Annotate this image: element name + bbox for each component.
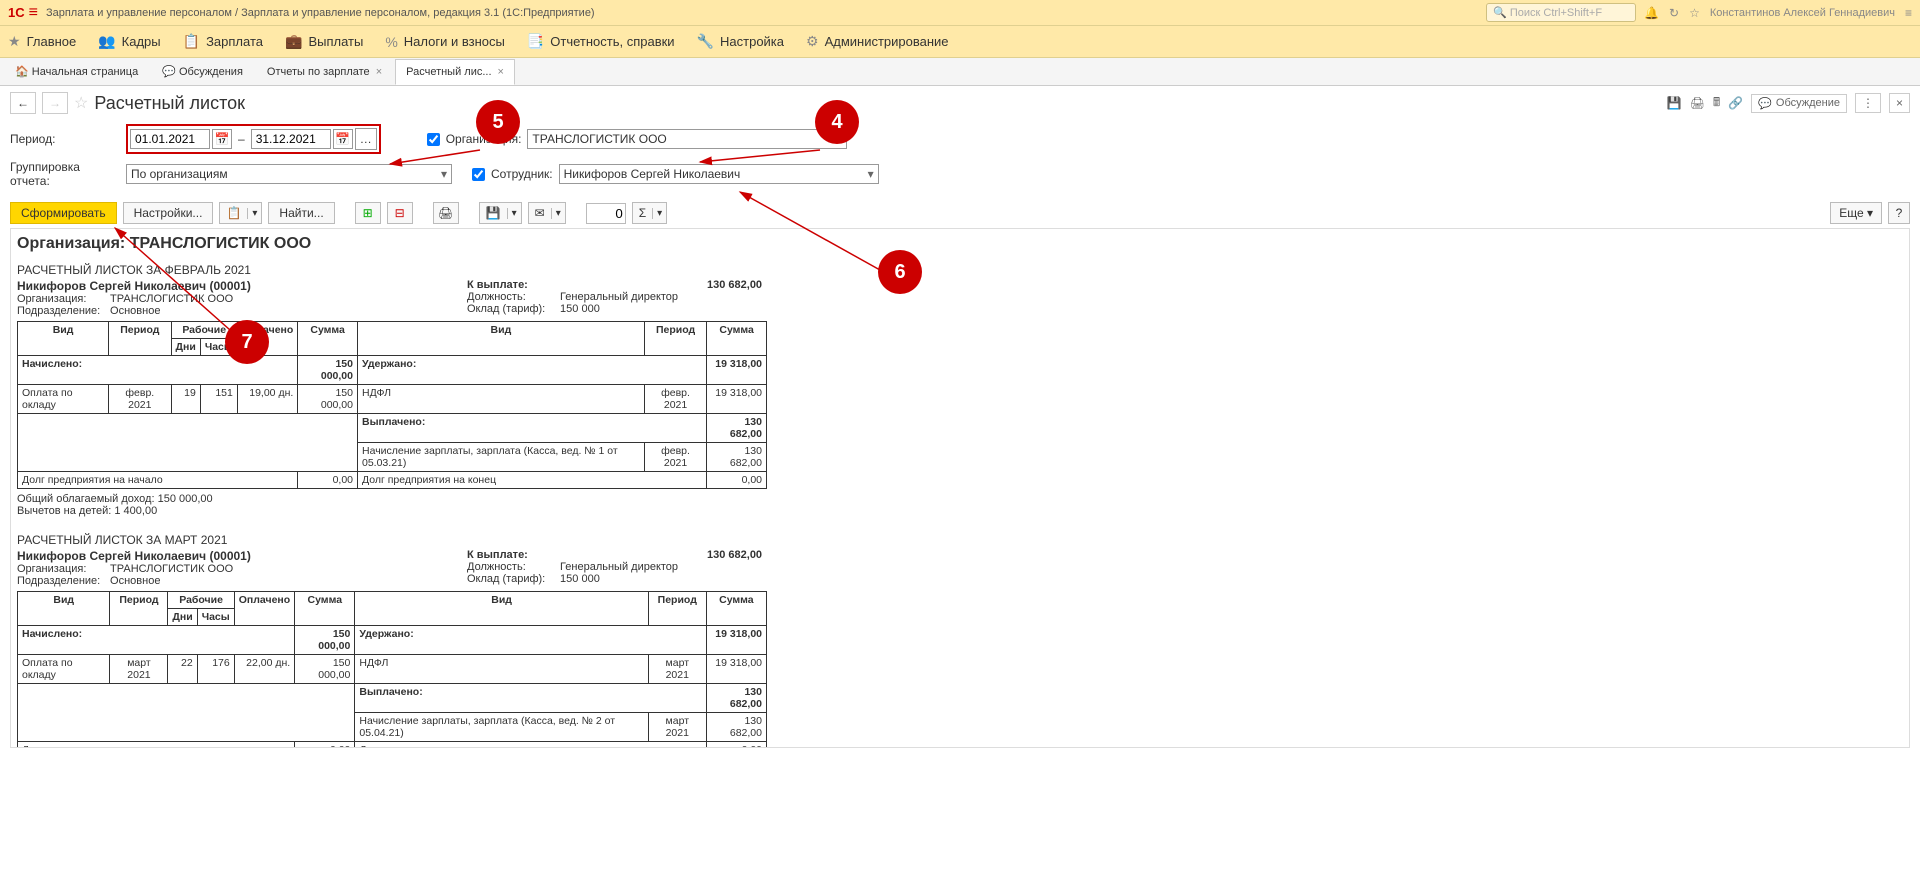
chat-icon: 💬 — [1758, 97, 1772, 110]
star-icon[interactable]: ☆ — [1689, 6, 1700, 20]
print-icon[interactable]: 🖨 — [1690, 96, 1705, 110]
print-icon[interactable]: 🖨 — [433, 202, 459, 224]
menu-equals-icon[interactable]: ≡ — [1905, 6, 1912, 20]
tab-start[interactable]: 🏠 Начальная страница — [4, 59, 149, 85]
close-icon[interactable]: × — [498, 66, 504, 78]
top-icons: 🔔 ↻ ☆ Константинов Алексей Геннадиевич ≡ — [1644, 6, 1912, 20]
settings-button[interactable]: Настройки... — [123, 202, 214, 224]
link-icon[interactable]: 🔗 — [1728, 96, 1743, 110]
zoom-input[interactable] — [586, 203, 626, 224]
chat-icon: 💬 — [162, 65, 176, 78]
diskette-icon: 💾 — [480, 206, 507, 220]
bell-icon[interactable]: 🔔 — [1644, 6, 1659, 20]
menu-otchetnost[interactable]: 📑Отчетность, справки — [527, 33, 675, 50]
more-button[interactable]: Еще ▾ — [1830, 202, 1882, 224]
discuss-button[interactable]: 💬Обсуждение — [1751, 94, 1847, 113]
org-checkbox[interactable] — [427, 133, 440, 146]
page-header: ← → ☆ Расчетный листок 💾 🖨 🖩 🔗 💬Обсужден… — [0, 86, 1920, 120]
payslip-block: РАСЧЕТНЫЙ ЛИСТОК ЗА ФЕВРАЛЬ 2021 Никифоро… — [17, 263, 1903, 517]
generate-button[interactable]: Сформировать — [10, 202, 117, 224]
kebab-menu[interactable]: ⋮ — [1855, 93, 1881, 113]
date-separator: – — [234, 132, 249, 146]
org-header: Организация: ТРАНСЛОГИСТИК ООО — [17, 235, 1903, 253]
copy-icon: 📋 — [220, 206, 247, 220]
report-toolbar: Сформировать Настройки... 📋▾ Найти... ⊞ … — [0, 198, 1920, 228]
calendar-icon: 📋 — [183, 33, 200, 50]
tab-discuss[interactable]: 💬 Обсуждения — [151, 59, 254, 85]
report-area[interactable]: Организация: ТРАНСЛОГИСТИК ООО РАСЧЕТНЫЙ … — [10, 228, 1910, 748]
employee-name: Никифоров Сергей Николаевич (00001) — [17, 279, 467, 293]
menu-vyplaty[interactable]: 💼Выплаты — [285, 33, 363, 50]
grouping-label: Группировка отчета: — [10, 160, 120, 188]
help-button[interactable]: ? — [1888, 202, 1910, 224]
payslip-table: ВидПериодРабочиеОплаченоСуммаВидПериодСу… — [17, 321, 767, 489]
period-picker-button[interactable]: … — [355, 128, 377, 150]
app-title: Зарплата и управление персоналом / Зарпл… — [46, 7, 1486, 19]
period-box: 📅 – 📅 … — [126, 124, 381, 154]
grouping-select[interactable]: По организациям — [126, 164, 452, 184]
calendar-icon[interactable]: 📅 — [333, 129, 353, 149]
topbar: 1C ≡ Зарплата и управление персоналом / … — [0, 0, 1920, 26]
nav-back[interactable]: ← — [10, 92, 36, 114]
star-menu-icon: ★ — [8, 33, 21, 50]
wallet-icon: 💼 — [285, 33, 302, 50]
payslip-title: РАСЧЕТНЫЙ ЛИСТОК ЗА ФЕВРАЛЬ 2021 — [17, 263, 1903, 277]
menu-zarplata[interactable]: 📋Зарплата — [183, 33, 263, 50]
emp-checkbox[interactable] — [472, 168, 485, 181]
period-label: Период: — [10, 132, 120, 146]
menu-kadry[interactable]: 👥Кадры — [98, 33, 160, 50]
logo-1c: 1C — [8, 5, 25, 20]
page-title: Расчетный листок — [94, 93, 245, 114]
org-select[interactable]: ТРАНСЛОГИСТИК ООО — [527, 129, 847, 149]
payslip-block: РАСЧЕТНЫЙ ЛИСТОК ЗА МАРТ 2021 Никифоров С… — [17, 533, 1903, 748]
variants-button[interactable]: 📋▾ — [219, 202, 262, 224]
callout-7: 7 — [225, 320, 269, 364]
menu-nalogi[interactable]: %Налоги и взносы — [385, 34, 505, 50]
emp-select[interactable]: Никифоров Сергей Николаевич — [559, 164, 879, 184]
history-icon[interactable]: ↻ — [1669, 6, 1679, 20]
home-icon: 🏠 — [15, 65, 29, 78]
callout-5: 5 — [476, 100, 520, 144]
wrench-icon: 🔧 — [697, 33, 714, 50]
hamburger-icon[interactable]: ≡ — [29, 4, 38, 22]
people-icon: 👥 — [98, 33, 115, 50]
sigma-button[interactable]: Σ▾ — [632, 202, 667, 224]
callout-4: 4 — [815, 100, 859, 144]
sigma-icon: Σ — [633, 206, 652, 220]
expand-all-icon[interactable]: ⊞ — [355, 202, 381, 224]
payslip-table: ВидПериодРабочиеОплаченоСуммаВидПериодСу… — [17, 591, 767, 748]
favorite-star-icon[interactable]: ☆ — [74, 93, 88, 113]
filters: Период: 📅 – 📅 … Организация: ТРАНСЛОГИСТ… — [0, 120, 1920, 198]
tab-reports[interactable]: Отчеты по зарплате× — [256, 59, 393, 85]
menu-nastroyka[interactable]: 🔧Настройка — [697, 33, 784, 50]
find-button[interactable]: Найти... — [268, 202, 334, 224]
menu-main[interactable]: ★Главное — [8, 33, 76, 50]
date-from-input[interactable] — [130, 129, 210, 149]
save-icon[interactable]: 💾 — [1667, 96, 1682, 110]
emp-label: Сотрудник: — [491, 167, 553, 181]
collapse-all-icon[interactable]: ⊟ — [387, 202, 413, 224]
close-icon[interactable]: × — [376, 66, 382, 78]
username[interactable]: Константинов Алексей Геннадиевич — [1710, 7, 1895, 19]
callout-6: 6 — [878, 250, 922, 294]
save-split-button[interactable]: 💾▾ — [479, 202, 522, 224]
mail-split-button[interactable]: ✉▾ — [528, 202, 566, 224]
calendar-icon[interactable]: 📅 — [212, 129, 232, 149]
main-menu: ★Главное 👥Кадры 📋Зарплата 💼Выплаты %Нало… — [0, 26, 1920, 58]
doc-icon: 📑 — [527, 33, 544, 50]
mail-icon: ✉ — [529, 206, 551, 220]
tabbar: 🏠 Начальная страница 💬 Обсуждения Отчеты… — [0, 58, 1920, 86]
employee-name: Никифоров Сергей Николаевич (00001) — [17, 549, 467, 563]
percent-icon: % — [385, 34, 397, 50]
gear-icon: ⚙ — [806, 33, 819, 50]
nav-fwd[interactable]: → — [42, 92, 68, 114]
search-input[interactable]: 🔍 Поиск Ctrl+Shift+F — [1486, 3, 1636, 22]
close-page[interactable]: × — [1889, 93, 1910, 113]
calc-icon[interactable]: 🖩 — [1713, 93, 1720, 114]
menu-admin[interactable]: ⚙Администрирование — [806, 33, 949, 50]
payslip-title: РАСЧЕТНЫЙ ЛИСТОК ЗА МАРТ 2021 — [17, 533, 1903, 547]
date-to-input[interactable] — [251, 129, 331, 149]
tab-payslip[interactable]: Расчетный лис...× — [395, 59, 515, 85]
